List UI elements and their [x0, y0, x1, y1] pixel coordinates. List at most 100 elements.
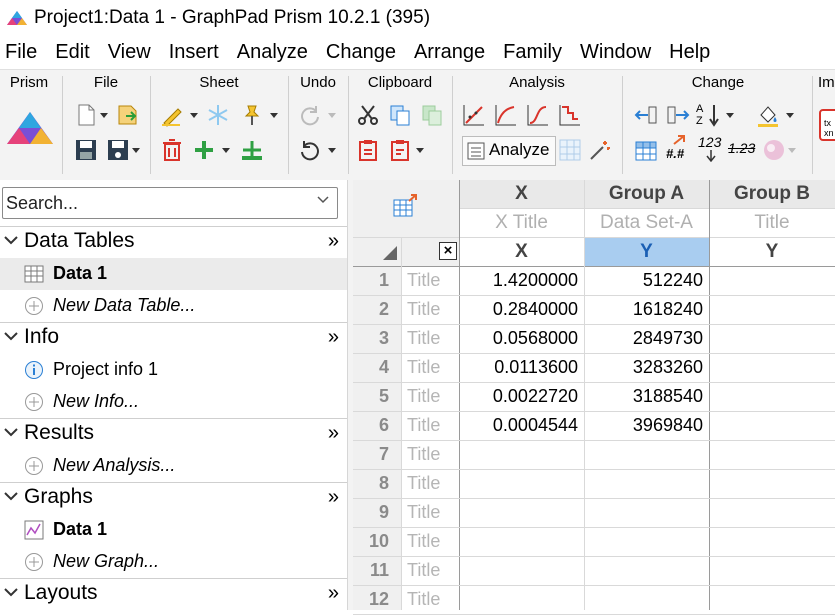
row-title[interactable]: Title — [407, 560, 440, 581]
delete-sheet-icon[interactable] — [160, 138, 184, 162]
sidebar-item-data-1[interactable]: Data 1 — [0, 258, 347, 290]
open-file-icon[interactable] — [116, 103, 140, 127]
paste-icon[interactable] — [356, 138, 380, 162]
chevron-down-icon[interactable] — [726, 113, 734, 119]
undo-icon[interactable] — [298, 138, 322, 162]
collapse-arrow-icon[interactable] — [4, 332, 18, 342]
expand-icon[interactable]: » — [328, 582, 339, 605]
row-title[interactable]: Title — [407, 502, 440, 523]
save-icon[interactable] — [74, 138, 98, 162]
section-data-tables[interactable]: Data Tables » — [0, 226, 347, 257]
row-title[interactable]: Title — [407, 589, 440, 610]
expand-icon[interactable]: » — [328, 230, 339, 253]
menu-view[interactable]: View — [108, 41, 151, 64]
prism-button-icon[interactable] — [5, 110, 55, 146]
fill-color-icon[interactable] — [756, 103, 780, 127]
column-group-b[interactable]: Group B — [709, 183, 835, 205]
chevron-down-icon[interactable] — [190, 113, 198, 119]
cell-x[interactable]: 0.0022720 — [459, 386, 578, 407]
magic-wand-icon[interactable] — [588, 138, 612, 162]
column-title-a[interactable]: Data Set-A — [584, 212, 709, 234]
collapse-arrow-icon[interactable] — [4, 236, 18, 246]
menu-analyze[interactable]: Analyze — [237, 41, 308, 64]
cell-x[interactable]: 0.2840000 — [459, 299, 578, 320]
column-title-b[interactable]: Title — [709, 212, 835, 234]
chevron-down-icon[interactable] — [786, 113, 794, 119]
row-title[interactable]: Title — [407, 357, 440, 378]
row-title[interactable]: Title — [407, 299, 440, 320]
cell-group-a[interactable]: 512240 — [584, 270, 703, 291]
chevron-down-icon[interactable] — [317, 196, 329, 204]
color-scheme-icon[interactable] — [762, 138, 786, 162]
row-number[interactable]: 5 — [353, 386, 389, 407]
decimal-format-label[interactable]: 123 — [698, 134, 721, 150]
row-number[interactable]: 9 — [353, 502, 389, 523]
sort-button[interactable]: A Z — [696, 103, 724, 129]
menu-file[interactable]: File — [5, 41, 37, 64]
row-number[interactable]: 10 — [353, 531, 389, 552]
close-icon[interactable]: × — [439, 242, 457, 260]
chevron-down-icon[interactable] — [416, 148, 424, 154]
paste-special-icon[interactable] — [388, 138, 412, 162]
chevron-down-icon[interactable] — [328, 113, 336, 119]
section-results[interactable]: Results » — [0, 418, 347, 449]
chevron-down-icon[interactable] — [270, 113, 278, 119]
collapse-arrow-icon[interactable] — [4, 492, 18, 502]
cell-x[interactable]: 0.0568000 — [459, 328, 578, 349]
menu-edit[interactable]: Edit — [55, 41, 89, 64]
menu-family[interactable]: Family — [503, 41, 562, 64]
cell-group-a[interactable]: 1618240 — [584, 299, 703, 320]
menu-help[interactable]: Help — [669, 41, 710, 64]
row-title[interactable]: Title — [407, 531, 440, 552]
pin-icon[interactable] — [240, 103, 264, 127]
chevron-down-icon[interactable] — [788, 148, 796, 154]
move-right-icon[interactable] — [666, 103, 690, 127]
new-file-icon[interactable] — [74, 103, 98, 127]
copy-icon[interactable] — [388, 103, 412, 127]
expand-icon[interactable]: » — [328, 486, 339, 509]
row-number[interactable]: 8 — [353, 473, 389, 494]
row-title[interactable]: Title — [407, 270, 440, 291]
column-title-x[interactable]: X Title — [459, 212, 584, 234]
cell-x[interactable]: 1.4200000 — [459, 270, 578, 291]
row-number[interactable]: 12 — [353, 589, 389, 610]
section-graphs[interactable]: Graphs » — [0, 482, 347, 513]
survival-curve-icon[interactable] — [558, 103, 582, 127]
cell-x[interactable]: 0.0004544 — [459, 415, 578, 436]
column-group-a[interactable]: Group A — [584, 183, 709, 205]
number-format-button[interactable]: #.# — [666, 134, 692, 164]
column-sub-b[interactable]: Y — [709, 241, 835, 263]
sidebar-item-new-graph[interactable]: New Graph... — [0, 546, 347, 578]
row-number[interactable]: 3 — [353, 328, 389, 349]
sidebar-item-new-info[interactable]: New Info... — [0, 386, 347, 418]
chevron-down-icon[interactable] — [222, 148, 230, 154]
chevron-down-icon[interactable] — [132, 148, 140, 154]
section-layouts[interactable]: Layouts » — [0, 578, 347, 609]
row-number[interactable]: 11 — [353, 560, 389, 581]
sidebar-item-graph-data-1[interactable]: Data 1 — [0, 514, 347, 546]
row-title[interactable]: Title — [407, 473, 440, 494]
column-group-x[interactable]: X — [459, 183, 584, 205]
redo-icon[interactable] — [298, 103, 322, 127]
sidebar-item-project-info-1[interactable]: Project info 1 — [0, 354, 347, 386]
menu-window[interactable]: Window — [580, 41, 651, 64]
menu-arrange[interactable]: Arrange — [414, 41, 485, 64]
row-title[interactable]: Title — [407, 444, 440, 465]
sigmoid-fit-icon[interactable] — [526, 103, 550, 127]
cell-group-a[interactable]: 3969840 — [584, 415, 703, 436]
decimal-places-label[interactable]: 1.23 — [728, 140, 755, 156]
chevron-down-icon[interactable] — [328, 148, 336, 154]
cell-group-a[interactable]: 3283260 — [584, 357, 703, 378]
chevron-down-icon[interactable] — [100, 113, 108, 119]
grid-analysis-icon[interactable] — [558, 138, 582, 162]
move-left-icon[interactable] — [634, 103, 658, 127]
row-number[interactable]: 2 — [353, 299, 389, 320]
expand-icon[interactable]: » — [328, 326, 339, 349]
column-sub-a[interactable]: Y — [584, 241, 709, 263]
row-number[interactable]: 7 — [353, 444, 389, 465]
copy-special-icon[interactable] — [420, 103, 444, 127]
menu-insert[interactable]: Insert — [169, 41, 219, 64]
import-file-icon[interactable]: txxn — [818, 106, 835, 146]
cell-group-a[interactable]: 3188540 — [584, 386, 703, 407]
sidebar-item-new-data-table[interactable]: New Data Table... — [0, 290, 347, 322]
